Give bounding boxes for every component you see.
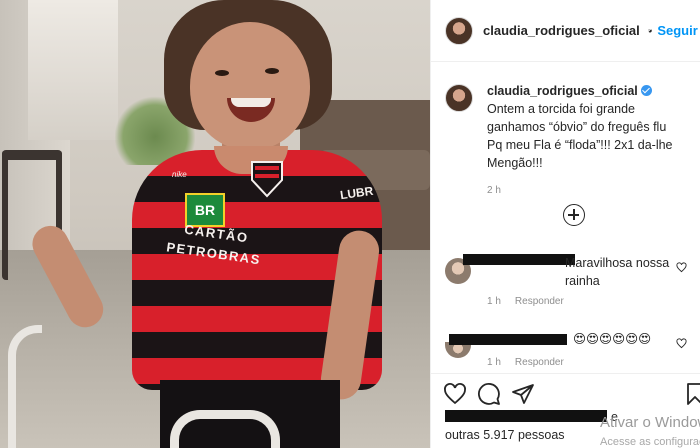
windows-activation-watermark: Ativar o Windows — [600, 414, 700, 431]
reply-button[interactable]: Responder — [515, 357, 564, 368]
left-eye — [215, 70, 229, 76]
walker-handle-right — [170, 410, 280, 448]
post-photo[interactable]: nike BR CARTÃO PETROBRAS LUBR — [0, 0, 430, 448]
follow-button[interactable]: Seguir — [657, 23, 697, 38]
background-window — [28, 0, 118, 140]
walker-handle-left — [8, 325, 42, 448]
author-username[interactable]: claudia_rodrigues_oficial — [483, 23, 640, 38]
save-icon[interactable] — [683, 382, 700, 406]
comment-time[interactable]: 1 h — [487, 357, 501, 368]
caption-body: claudia_rodrigues_oficial Ontem a torcid… — [487, 82, 686, 200]
heart-icon[interactable] — [676, 338, 687, 349]
comment-item: 😍😍😍😍😍😍 1 h Responder — [445, 330, 695, 372]
comment-meta: 1 h Responder — [487, 357, 578, 368]
redacted-liker — [445, 410, 607, 422]
share-icon[interactable] — [511, 382, 535, 406]
redacted-username — [463, 254, 575, 265]
person-face — [190, 22, 310, 150]
caption-text-line2: Pq meu Fla é “floda”!!! 2x1 da-lhe Mengã… — [487, 138, 673, 170]
teeth — [231, 98, 271, 107]
action-bar — [431, 373, 700, 413]
author-avatar[interactable] — [445, 16, 473, 45]
post-header: claudia_rodrigues_oficial • Seguir — [431, 0, 700, 62]
redacted-username — [449, 334, 567, 345]
caption-username[interactable]: claudia_rodrigues_oficial — [487, 84, 638, 98]
comment-meta: 1 h Responder — [487, 296, 578, 307]
comment-time[interactable]: 1 h — [487, 296, 501, 307]
post-caption: claudia_rodrigues_oficial Ontem a torcid… — [431, 62, 700, 200]
crf-crest-icon — [251, 161, 283, 198]
caption-timestamp[interactable]: 2 h — [487, 182, 686, 200]
comment-text: Maravilhosa nossa rainha — [565, 256, 670, 288]
caption-text-line1: Ontem a torcida foi grande ganhamos “óbv… — [487, 102, 667, 134]
add-comment-icon[interactable] — [563, 204, 585, 226]
reply-button[interactable]: Responder — [515, 296, 564, 307]
likes-count[interactable]: outras 5.917 pessoas — [445, 428, 565, 442]
heart-icon[interactable] — [443, 382, 467, 406]
post-sidebar: claudia_rodrigues_oficial • Seguir claud… — [430, 0, 700, 448]
windows-activation-subtitle: Acesse as configurações — [600, 436, 700, 448]
verified-badge-icon — [640, 85, 652, 96]
comment-text: 😍😍😍😍😍😍 — [573, 332, 652, 346]
right-eye — [265, 68, 279, 74]
comment-icon[interactable] — [477, 382, 501, 406]
heart-icon[interactable] — [676, 262, 687, 273]
comment-item: Maravilhosa nossa rainha 1 h Responder — [445, 252, 695, 314]
shirt-brand: nike — [172, 170, 187, 179]
caption-avatar[interactable] — [445, 84, 473, 112]
